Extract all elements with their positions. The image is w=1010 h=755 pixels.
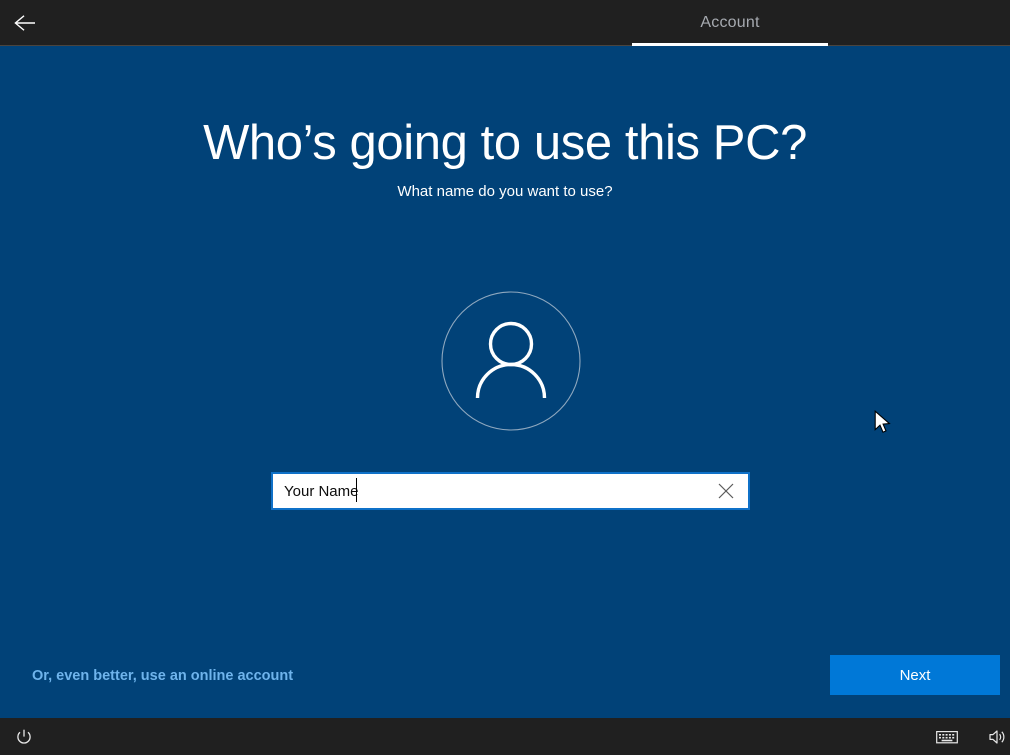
close-x-icon: [717, 482, 735, 500]
user-avatar-icon: [441, 291, 581, 431]
name-input[interactable]: [273, 474, 704, 508]
volume-icon: [987, 728, 1007, 746]
text-caret: [356, 478, 357, 502]
volume-button[interactable]: [978, 718, 1010, 755]
oobe-taskbar: [0, 718, 1010, 755]
back-button[interactable]: [6, 4, 46, 42]
power-icon: [15, 728, 33, 746]
tab-account-label: Account: [700, 13, 760, 31]
tab-strip: Account: [632, 0, 828, 46]
page-title: Who’s going to use this PC?: [203, 116, 807, 170]
name-input-container[interactable]: [271, 472, 750, 510]
page-subtitle: What name do you want to use?: [397, 183, 613, 200]
next-button[interactable]: Next: [830, 655, 1000, 695]
content-area: Who’s going to use this PC? What name do…: [0, 46, 1010, 718]
keyboard-icon: [936, 729, 958, 745]
touch-keyboard-button[interactable]: [928, 718, 966, 755]
back-arrow-icon: [13, 13, 39, 33]
title-bar: Account: [0, 0, 1010, 46]
tab-account[interactable]: Account: [632, 0, 828, 45]
clear-input-button[interactable]: [704, 474, 748, 508]
online-account-link[interactable]: Or, even better, use an online account: [32, 666, 293, 686]
power-button[interactable]: [5, 718, 43, 755]
oobe-account-screen: Account Who’s going to use this PC? What…: [0, 0, 1010, 755]
